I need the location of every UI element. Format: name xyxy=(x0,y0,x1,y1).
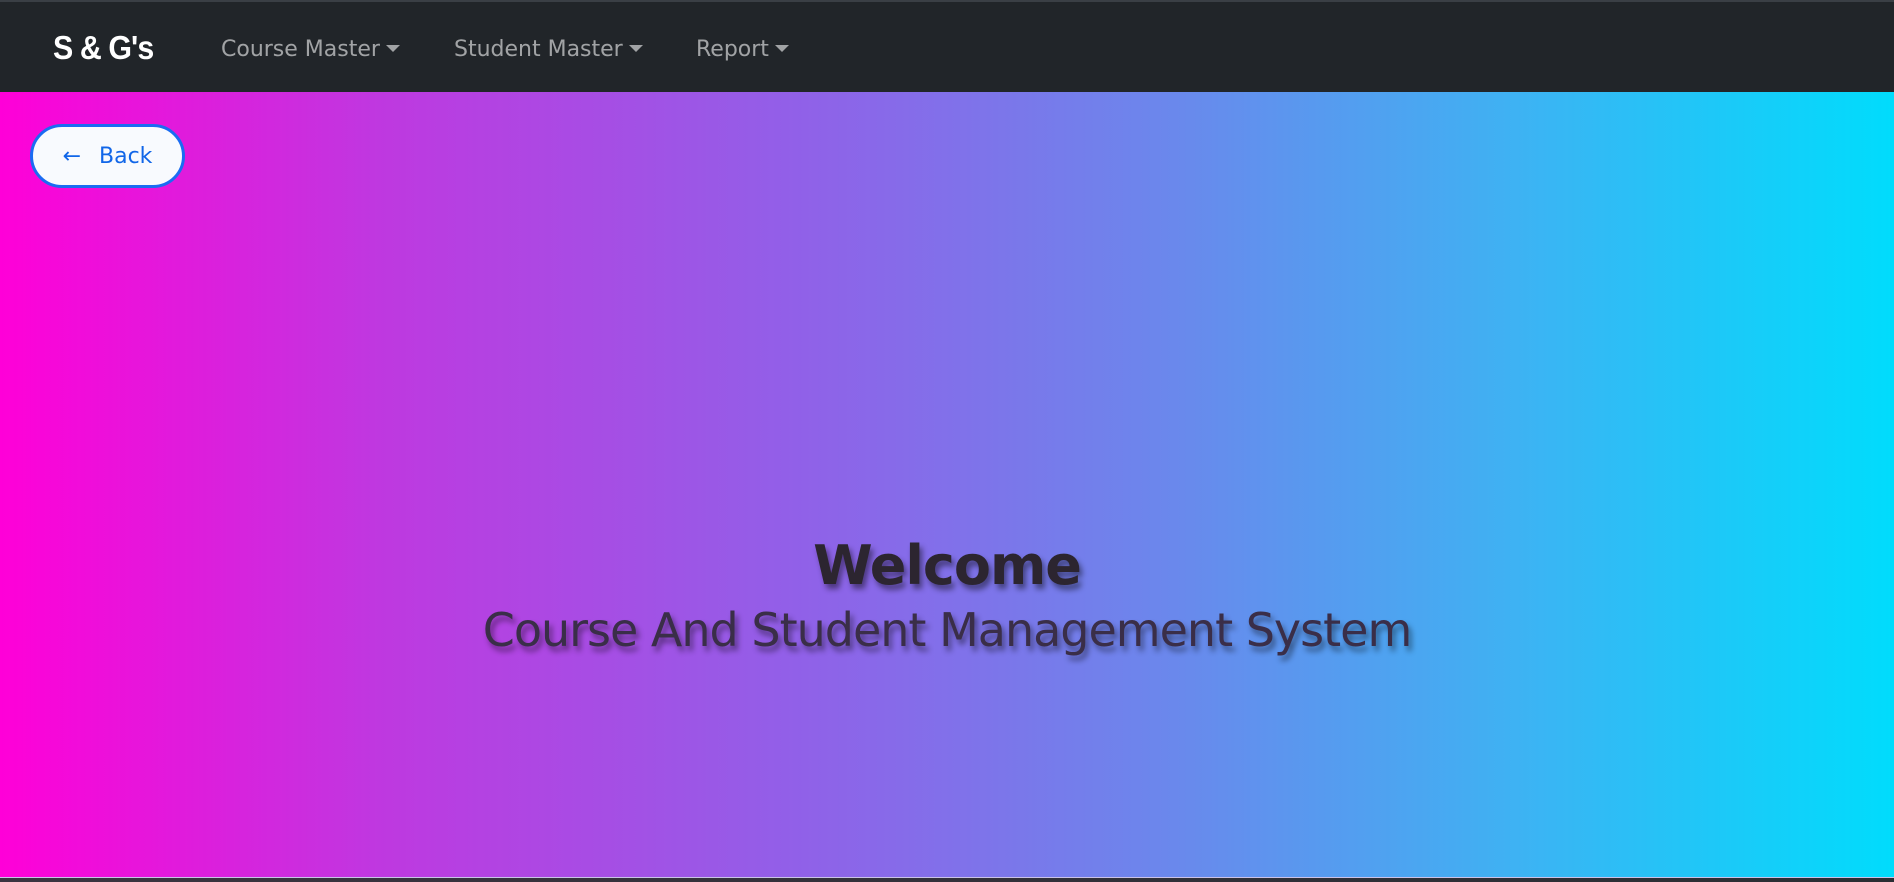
nav-student-master-dropdown[interactable]: Student Master xyxy=(454,30,643,70)
nav-course-master-dropdown[interactable]: Course Master xyxy=(221,30,400,70)
nav-course-master-label: Course Master xyxy=(221,37,380,62)
caret-down-icon xyxy=(628,45,643,52)
nav-student-master-label: Student Master xyxy=(454,37,623,62)
system-subtitle: Course And Student Management System xyxy=(482,603,1413,657)
back-button-label: Back xyxy=(99,143,153,169)
back-arrow-icon: ← xyxy=(62,143,81,169)
nav-report-label: Report xyxy=(696,37,769,62)
top-navbar: S & G's Course Master Student Master Rep… xyxy=(0,0,1894,92)
hero-section xyxy=(0,92,1894,877)
brand-logo[interactable]: S & G's xyxy=(53,26,154,70)
caret-down-icon xyxy=(385,45,400,52)
page: S & G's Course Master Student Master Rep… xyxy=(0,0,1894,882)
caret-down-icon xyxy=(774,45,789,52)
nav-report-dropdown[interactable]: Report xyxy=(696,30,789,70)
bottom-divider xyxy=(0,877,1894,882)
welcome-heading: Welcome xyxy=(813,534,1082,597)
back-button[interactable]: ← Back xyxy=(30,124,185,188)
